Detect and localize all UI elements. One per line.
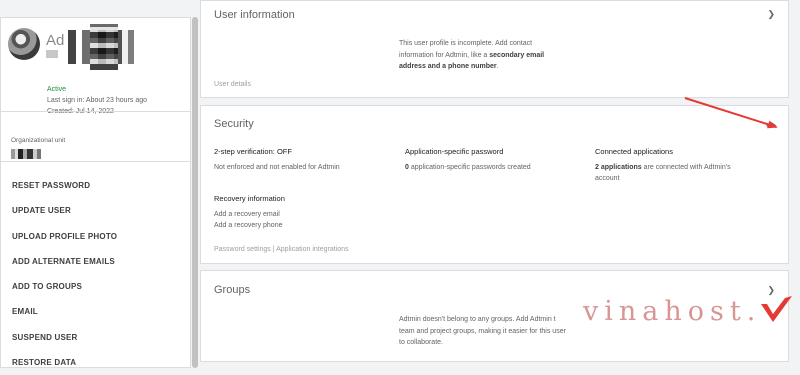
chevron-down-icon[interactable]: ❯ (767, 9, 775, 20)
app-password-status: 0 application-specific passwords created (405, 162, 531, 173)
incomplete-profile-message: This user profile is incomplete. Add con… (399, 38, 544, 73)
card-title[interactable]: User information (214, 9, 295, 21)
card-title[interactable]: Security (214, 118, 254, 130)
user-information-card[interactable]: User information ❯ This user profile is … (200, 0, 789, 98)
suspend-user-button[interactable]: SUSPEND USER (1, 325, 190, 350)
user-actions-list: RESET PASSWORD UPDATE USER UPLOAD PROFIL… (1, 173, 190, 375)
name-redaction-2 (90, 24, 118, 70)
reset-password-button[interactable]: RESET PASSWORD (1, 173, 190, 198)
user-email-redacted (46, 50, 58, 58)
watermark-check-icon (761, 296, 792, 322)
add-recovery-email-link[interactable]: Add a recovery email (214, 209, 283, 220)
message-line: team and project groups, making it easie… (399, 327, 566, 335)
app-password-heading[interactable]: Application-specific password (405, 147, 503, 156)
connected-text: are connected with Adtmin's (641, 164, 731, 171)
add-alternate-emails-button[interactable]: ADD ALTERNATE EMAILS (1, 249, 190, 274)
message-bold: secondary email (489, 51, 545, 59)
scrollbar-thumb[interactable] (192, 17, 198, 368)
message-line: to collaborate. (399, 339, 443, 346)
user-name: Ad (46, 32, 65, 49)
message-text: . (496, 63, 499, 70)
connected-apps-heading[interactable]: Connected applications (595, 147, 673, 156)
watermark-text: vinahost. (583, 296, 762, 327)
message-line: address and a phone number. (399, 61, 544, 73)
connected-line: account (595, 175, 620, 182)
two-step-status: Not enforced and not enabled for Adtmin (214, 164, 340, 171)
divider (1, 161, 190, 162)
connected-line: 2 applications are connected with Adtmin… (595, 162, 731, 173)
email-button[interactable]: EMAIL (1, 299, 190, 324)
profile-header: Ad Active Last sign in: About 23 hours a… (8, 24, 186, 120)
card-title[interactable]: Groups (214, 284, 250, 296)
user-details-link[interactable]: User details (214, 81, 251, 88)
add-to-groups-button[interactable]: ADD TO GROUPS (1, 274, 190, 299)
message-line: This user profile is incomplete. Add con… (399, 40, 533, 47)
status-badge: Active (47, 86, 67, 93)
message-bold: address and a phone number (399, 63, 497, 70)
security-footer-links[interactable]: Password settings | Application integrat… (214, 246, 349, 253)
upload-profile-photo-button[interactable]: UPLOAD PROFILE PHOTO (1, 224, 190, 249)
message-text: information for Adtmin, like a (399, 51, 490, 59)
two-step-heading: 2-step verification: OFF (214, 147, 292, 156)
security-card[interactable]: Security ❯ 2-step verification: OFF Not … (200, 105, 789, 264)
update-user-button[interactable]: UPDATE USER (1, 198, 190, 223)
avatar (8, 28, 40, 60)
app-password-text: application-specific passwords created (408, 164, 531, 171)
org-unit-redacted (11, 149, 41, 159)
org-unit-label: Organizational unit (11, 137, 66, 144)
divider (1, 111, 190, 112)
add-recovery-phone-link[interactable]: Add a recovery phone (214, 220, 283, 231)
message-line: information for Adtmin, like a secondary… (399, 50, 544, 62)
restore-data-button[interactable]: RESTORE DATA (1, 350, 190, 375)
recovery-heading: Recovery information (214, 194, 285, 203)
last-sign-in: Last sign in: About 23 hours ago (47, 97, 148, 104)
connected-apps-status: 2 applications are connected with Adtmin… (595, 162, 731, 184)
connected-count: 2 applications (595, 164, 642, 171)
message-line: Adtmin doesn't belong to any groups. Add… (399, 316, 556, 323)
no-groups-message: Adtmin doesn't belong to any groups. Add… (399, 314, 566, 349)
user-summary-card: Ad Active Last sign in: About 23 hours a… (0, 17, 191, 368)
recovery-options: Add a recovery email Add a recovery phon… (214, 209, 283, 231)
